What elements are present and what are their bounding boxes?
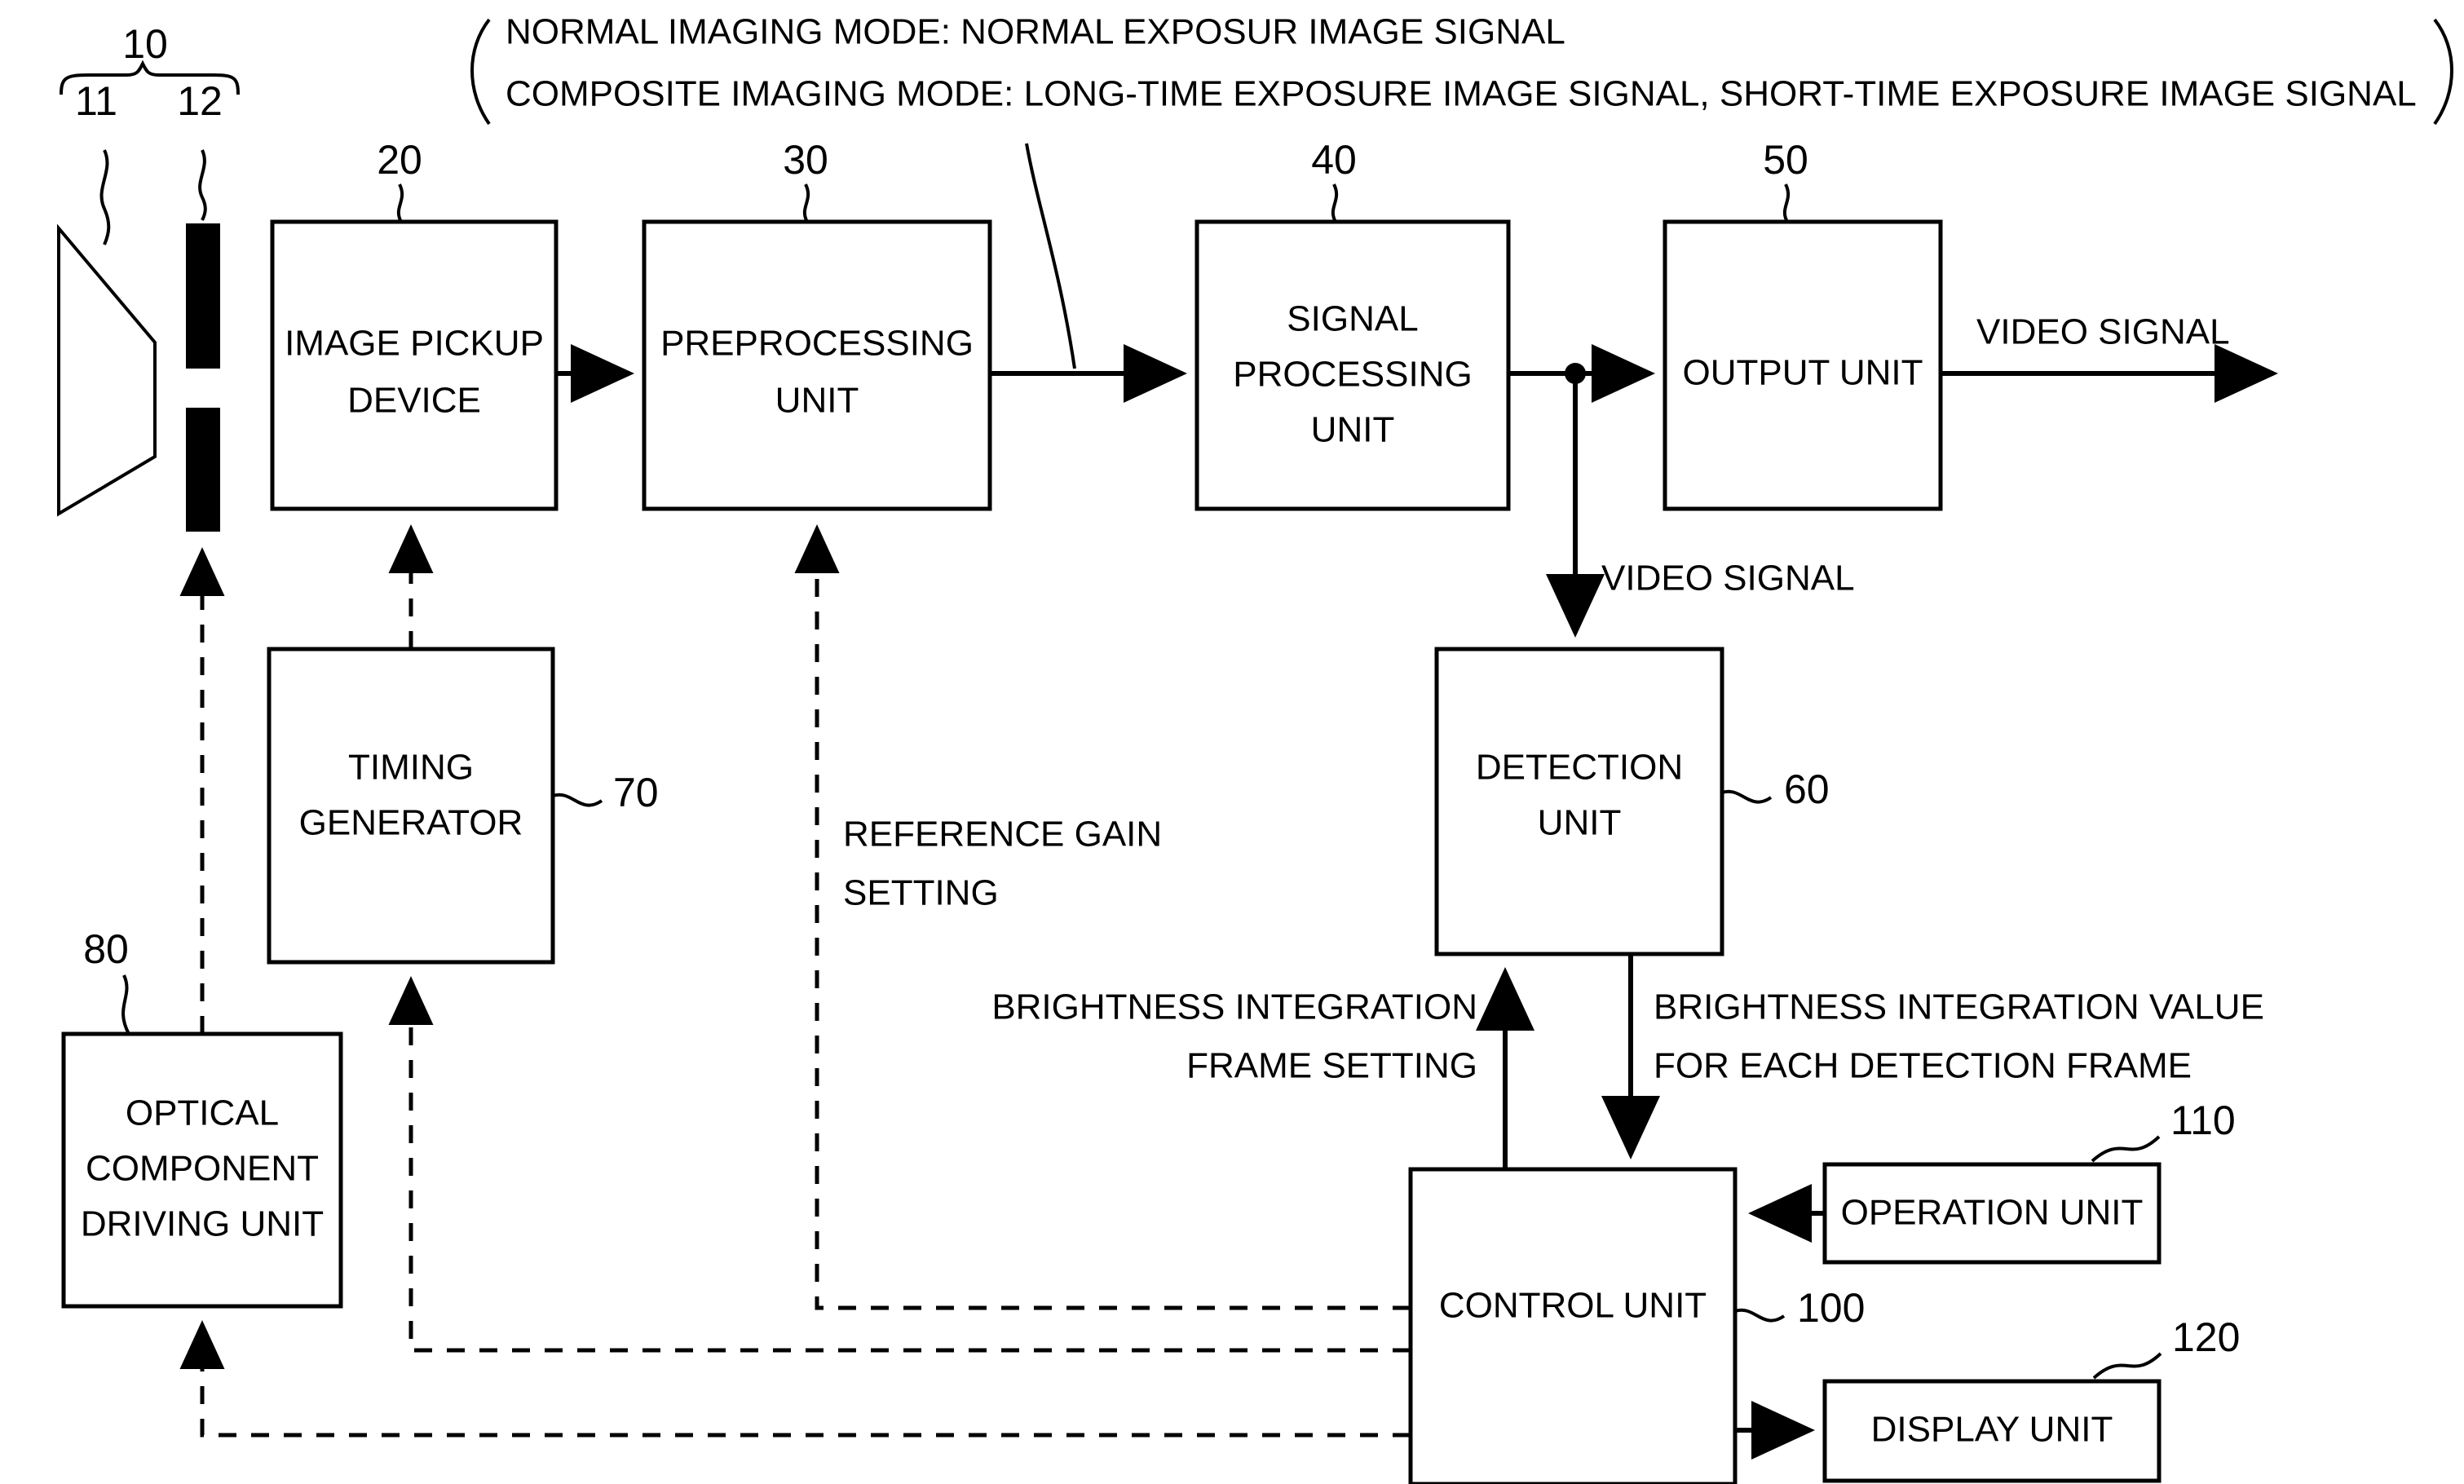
- brightness-integration-frame-setting-l2: FRAME SETTING: [1186, 1046, 1477, 1086]
- mode-annotation-line2: COMPOSITE IMAGING MODE: LONG-TIME EXPOSU…: [506, 74, 2417, 114]
- image-pickup-device-box[interactable]: [270, 219, 559, 511]
- ref-40-leader: [1331, 183, 1339, 223]
- ref-20-leader: [396, 183, 404, 223]
- ref-12-leader: [198, 149, 207, 221]
- block-signal-processing-unit[interactable]: SIGNAL PROCESSING UNIT 40: [1194, 137, 1511, 511]
- optical-driving-label-l3: DRIVING UNIT: [81, 1204, 324, 1244]
- timing-generator-label-l1: TIMING: [348, 748, 474, 788]
- figure-canvas: NORMAL IMAGING MODE: NORMAL EXPOSUR IMAG…: [0, 0, 2464, 1484]
- mode-annotation-leader: [1025, 143, 1076, 369]
- output-unit-label: OUTPUT UNIT: [1683, 353, 1923, 393]
- detection-unit-label-l2: UNIT: [1538, 803, 1622, 843]
- right-paren-glyph: [2433, 18, 2453, 126]
- detection-unit-label-l1: DETECTION: [1476, 748, 1683, 788]
- ref-30: 30: [783, 137, 828, 183]
- ref-110-leader: [2091, 1135, 2161, 1163]
- block-output-unit[interactable]: OUTPUT UNIT 50: [1663, 137, 1943, 511]
- preprocessing-unit-label-l2: UNIT: [775, 381, 859, 421]
- image-pickup-device-label-l2: DEVICE: [347, 381, 481, 421]
- block-timing-generator[interactable]: TIMING GENERATOR 70: [267, 647, 659, 965]
- reference-gain-setting-l2: SETTING: [843, 873, 999, 913]
- left-paren-glyph: [470, 18, 491, 126]
- brightness-integration-frame-setting-l1: BRIGHTNESS INTEGRATION: [991, 987, 1477, 1027]
- image-pickup-device-label-l1: IMAGE PICKUP: [285, 324, 544, 364]
- dash-control-to-optical-driving: [179, 1320, 1411, 1438]
- dash-control-to-preprocessing: [794, 524, 1411, 1310]
- preprocessing-unit-label-l1: PREPROCESSING: [660, 324, 974, 364]
- display-unit-label: DISPLAY UNIT: [1871, 1410, 2113, 1450]
- ref-110: 110: [2170, 1098, 2236, 1143]
- signal-processing-unit-label-l1: SIGNAL: [1287, 299, 1418, 339]
- ref-40: 40: [1311, 137, 1357, 183]
- control-unit-box[interactable]: [1408, 1167, 1738, 1484]
- optics-group: 10 11 12: [57, 21, 240, 532]
- timing-generator-label-l2: GENERATOR: [299, 803, 523, 843]
- ref-50-leader: [1782, 183, 1791, 223]
- signal-processing-unit-label-l2: PROCESSING: [1233, 355, 1472, 395]
- block-detection-unit[interactable]: DETECTION UNIT 60: [1434, 647, 1830, 956]
- lens-shape: [57, 223, 157, 517]
- block-diagram-svg: NORMAL IMAGING MODE: NORMAL EXPOSUR IMAG…: [57, 12, 2453, 1484]
- detection-unit-box[interactable]: [1434, 647, 1724, 956]
- optical-driving-label-l2: COMPONENT: [86, 1149, 319, 1189]
- ref-20: 20: [377, 137, 422, 183]
- control-unit-label: CONTROL UNIT: [1439, 1286, 1707, 1326]
- ref-120-leader: [2092, 1352, 2162, 1380]
- ref-100-leader: [1734, 1308, 1786, 1323]
- ref-50: 50: [1763, 137, 1808, 183]
- dash-control-to-timing-generator: [388, 976, 1411, 1353]
- ref-11: 11: [75, 78, 117, 124]
- reference-gain-setting-l1: REFERENCE GAIN: [843, 815, 1162, 855]
- ref-10: 10: [122, 21, 168, 67]
- block-preprocessing-unit[interactable]: PREPROCESSING UNIT 30: [642, 137, 992, 511]
- preprocessing-unit-box[interactable]: [642, 219, 992, 511]
- iris-blade-top: [186, 223, 220, 369]
- brightness-integration-value-l2: FOR EACH DETECTION FRAME: [1654, 1046, 2192, 1086]
- block-image-pickup-device[interactable]: IMAGE PICKUP DEVICE 20: [270, 137, 559, 511]
- ref-60: 60: [1784, 766, 1830, 812]
- operation-unit-label: OPERATION UNIT: [1841, 1193, 2144, 1233]
- ref-80-leader: [121, 974, 130, 1035]
- ref-60-leader: [1721, 789, 1773, 804]
- ref-80: 80: [83, 926, 129, 972]
- signal-processing-unit-label-l3: UNIT: [1311, 410, 1395, 450]
- block-operation-unit[interactable]: OPERATION UNIT 110: [1822, 1098, 2236, 1265]
- block-display-unit[interactable]: DISPLAY UNIT 120: [1822, 1314, 2240, 1483]
- ref-70: 70: [613, 770, 659, 815]
- optical-driving-label-l1: OPTICAL: [126, 1093, 279, 1133]
- mode-annotation-line1: NORMAL IMAGING MODE: NORMAL EXPOSUR IMAG…: [506, 12, 1565, 52]
- ref-11-leader: [99, 149, 111, 245]
- iris-blade-bottom: [186, 408, 220, 532]
- block-control-unit[interactable]: CONTROL UNIT 100: [1408, 1167, 1865, 1484]
- ref-70-leader: [552, 793, 603, 807]
- video-signal-out-label: VIDEO SIGNAL: [1976, 312, 2230, 352]
- video-signal-detect-label: VIDEO SIGNAL: [1601, 559, 1855, 598]
- ref-30-leader: [802, 183, 810, 223]
- ref-100: 100: [1797, 1285, 1865, 1331]
- brightness-integration-value-l1: BRIGHTNESS INTEGRATION VALUE: [1654, 987, 2264, 1027]
- ref-12: 12: [177, 78, 223, 124]
- ref-120: 120: [2172, 1314, 2240, 1360]
